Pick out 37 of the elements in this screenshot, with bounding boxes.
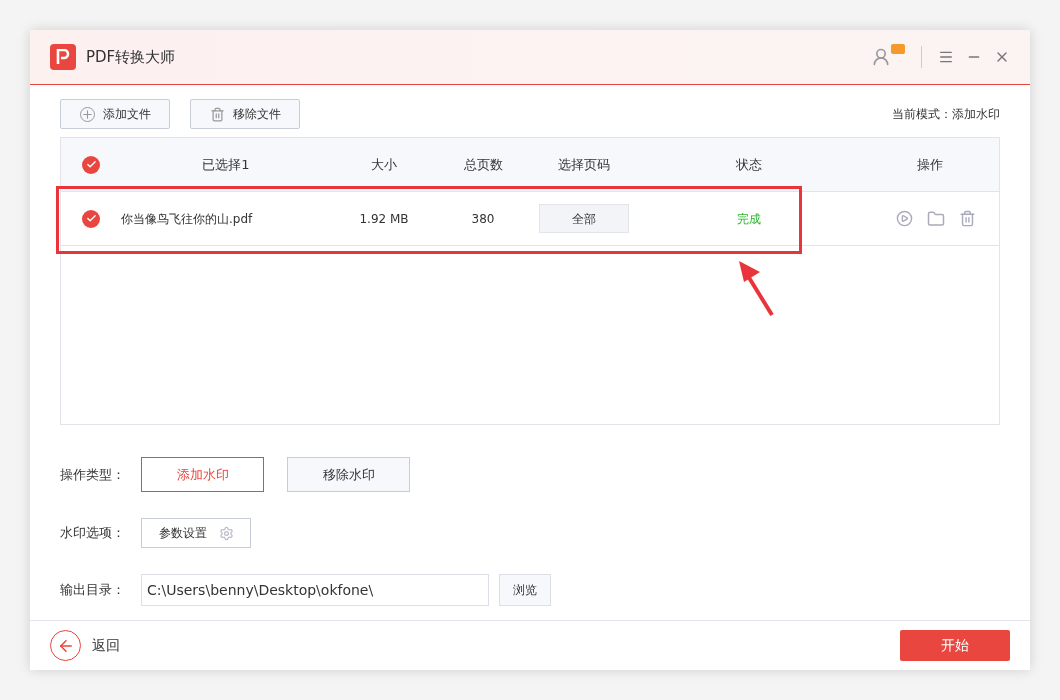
trash-icon (209, 106, 225, 122)
folder-icon[interactable] (927, 209, 945, 228)
delete-icon[interactable] (959, 210, 976, 227)
check-icon (85, 159, 97, 170)
start-button[interactable]: 开始 (900, 630, 1010, 661)
column-header: 大小 (370, 155, 398, 174)
back-link[interactable]: 返回 (92, 635, 120, 656)
gear-icon (218, 525, 234, 541)
column-header: 选择页码 (557, 155, 611, 174)
operation-option[interactable]: 移除水印 (287, 457, 410, 492)
arrow-drawing (736, 258, 776, 318)
play-icon[interactable] (896, 210, 913, 227)
operation-label: 操作类型： (60, 465, 126, 484)
output-path-field[interactable]: C:\Users\benny\Desktop\okfone\ (141, 574, 489, 606)
checkbox[interactable] (82, 155, 100, 174)
mode-label: 当前模式：添加水印 (892, 106, 1000, 123)
checkbox[interactable] (82, 209, 100, 228)
add-file-button[interactable]: 添加文件 (60, 99, 170, 129)
settings-button[interactable]: 参数设置 (141, 518, 251, 548)
file-size: 1.92 MB (358, 210, 410, 228)
page-count: 380 (470, 210, 496, 228)
file-name: 你当像鸟飞往你的山.pdf (121, 210, 254, 228)
column-header: 总页数 (462, 155, 504, 174)
output-label: 输出目录： (60, 581, 126, 600)
column-header: 状态 (735, 155, 763, 174)
check-icon (85, 213, 97, 224)
column-header: 操作 (916, 155, 944, 174)
status-text: 完成 (736, 210, 762, 228)
menu-icon[interactable] (938, 49, 954, 65)
page-range-button[interactable]: 全部 (539, 204, 629, 233)
browse-button[interactable]: 浏览 (499, 574, 551, 606)
operation-option[interactable]: 添加水印 (141, 457, 264, 492)
column-header: 已选择1 (201, 155, 251, 174)
window-title: PDF转换大师 (86, 46, 176, 68)
watermark-label: 水印选项： (60, 524, 126, 543)
remove-file-button[interactable]: 移除文件 (190, 99, 300, 129)
app-logo-icon (50, 44, 76, 70)
